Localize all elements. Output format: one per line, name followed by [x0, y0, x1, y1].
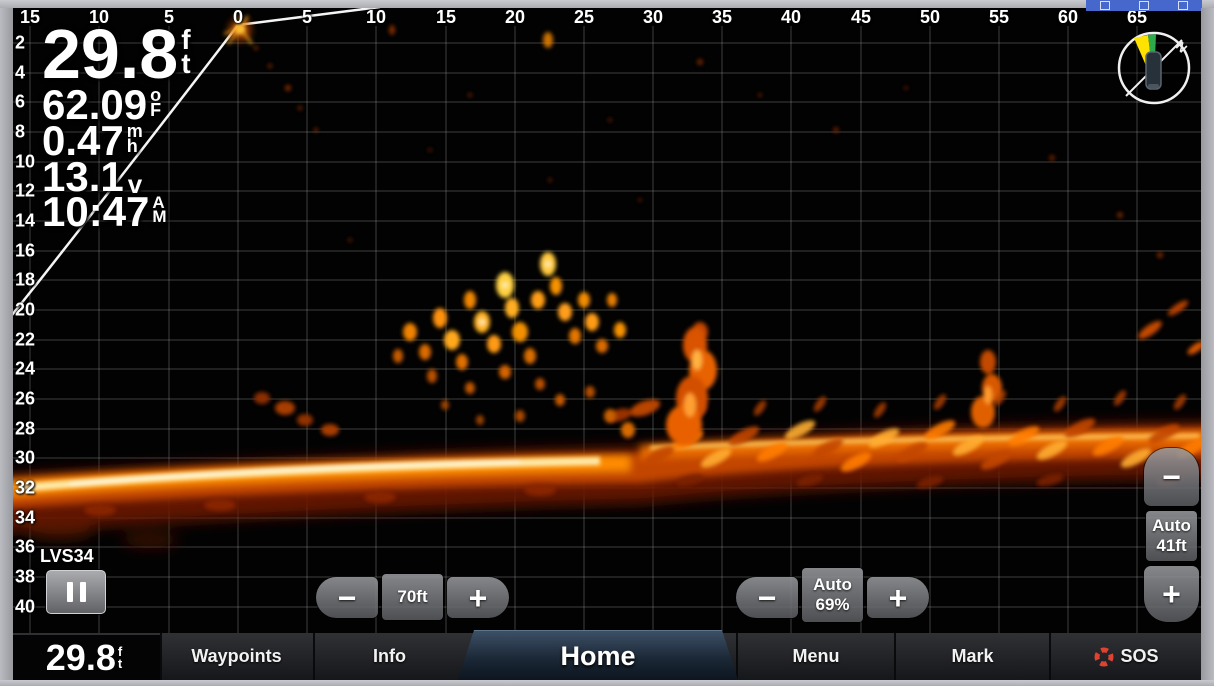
depth-value: 29.8: [42, 22, 178, 86]
time-unit: AM: [152, 196, 166, 225]
ruler-tick-label: 0: [233, 7, 243, 28]
waypoints-button[interactable]: Waypoints: [160, 633, 313, 680]
info-button[interactable]: Info: [313, 633, 466, 680]
depth-tick-label: 10: [15, 152, 35, 173]
ruler-tick-label: 35: [712, 7, 732, 28]
ruler-tick-label: 5: [302, 7, 312, 28]
depth-tick-label: 22: [15, 330, 35, 351]
ruler-tick-label: 30: [643, 7, 663, 28]
home-button[interactable]: Home: [458, 630, 738, 681]
screen-edge-artifact: [0, 0, 1214, 8]
range-decrease-button[interactable]: −: [316, 577, 378, 618]
depth-tick-label: 6: [15, 92, 25, 113]
plus-icon: +: [889, 582, 908, 614]
transducer-model-label: LVS34: [40, 546, 94, 567]
depth-tick-label: 20: [15, 300, 35, 321]
screen-edge-artifact: [0, 8, 13, 680]
pause-icon: [67, 582, 73, 602]
mark-button[interactable]: Mark: [896, 633, 1049, 680]
depth-tick-label: 12: [15, 181, 35, 202]
depth-range-value[interactable]: Auto41ft: [1146, 511, 1197, 561]
ruler-tick-label: 45: [851, 7, 871, 28]
depth-unit: ft: [181, 28, 190, 76]
ruler-tick-label: 20: [505, 7, 525, 28]
plus-icon: +: [1162, 578, 1181, 610]
plus-icon: +: [469, 582, 488, 614]
depth-tick-label: 24: [15, 359, 35, 380]
depth-tick-label: 18: [15, 270, 35, 291]
taskbar-depth-badge: 29.8 ft: [8, 635, 160, 680]
depth-tick-label: 2: [15, 33, 25, 54]
depth-tick-label: 34: [15, 508, 35, 529]
depth-range-decrease-button[interactable]: −: [1144, 448, 1199, 506]
depth-range-increase-button[interactable]: +: [1144, 566, 1199, 622]
sos-button[interactable]: SOS: [1051, 633, 1202, 680]
depth-tick-label: 38: [15, 567, 35, 588]
ruler-tick-label: 50: [920, 7, 940, 28]
sonar-view: [0, 0, 1214, 686]
minus-icon: −: [758, 582, 777, 614]
depth-tick-label: 26: [15, 389, 35, 410]
depth-tick-label: 16: [15, 241, 35, 262]
ruler-tick-label: 60: [1058, 7, 1078, 28]
depth-tick-label: 8: [15, 122, 25, 143]
gain-decrease-button[interactable]: −: [736, 577, 798, 618]
gain-value[interactable]: Auto69%: [802, 568, 863, 622]
screen-edge-artifact: [0, 680, 1214, 686]
ruler-tick-label: 10: [366, 7, 386, 28]
depth-reading: 29.8 ft: [42, 22, 191, 86]
minus-icon: −: [338, 582, 357, 614]
gain-increase-button[interactable]: +: [867, 577, 929, 618]
depth-tick-label: 32: [15, 478, 35, 499]
ruler-tick-label: 40: [781, 7, 801, 28]
depth-tick-label: 30: [15, 448, 35, 469]
depth-tick-label: 36: [15, 537, 35, 558]
sonar-app-screen: 1510505101520253035404550556065 24681012…: [0, 0, 1214, 686]
pause-icon: [80, 582, 86, 602]
pause-button[interactable]: [46, 570, 106, 614]
temp-unit: oF: [150, 88, 161, 119]
ruler-tick-label: 15: [436, 7, 456, 28]
video-player-controls-artifact: [1086, 0, 1202, 11]
depth-tick-label: 14: [15, 211, 35, 232]
minus-icon: −: [1162, 461, 1181, 493]
time-reading: 10:47 AM: [42, 193, 167, 232]
menu-button[interactable]: Menu: [738, 633, 894, 680]
range-increase-button[interactable]: +: [447, 577, 509, 618]
range-value[interactable]: 70ft: [382, 574, 443, 620]
depth-tick-label: 28: [15, 419, 35, 440]
life-ring-icon: [1094, 647, 1114, 667]
speed-unit: mh: [127, 124, 143, 155]
transducer-orientation-icon: N: [1112, 26, 1196, 110]
ruler-tick-label: 25: [574, 7, 594, 28]
ruler-tick-label: 55: [989, 7, 1009, 28]
time-value: 10:47: [42, 193, 149, 232]
depth-tick-label: 40: [15, 597, 35, 618]
screen-edge-artifact: [1201, 8, 1214, 680]
depth-tick-label: 4: [15, 63, 25, 84]
